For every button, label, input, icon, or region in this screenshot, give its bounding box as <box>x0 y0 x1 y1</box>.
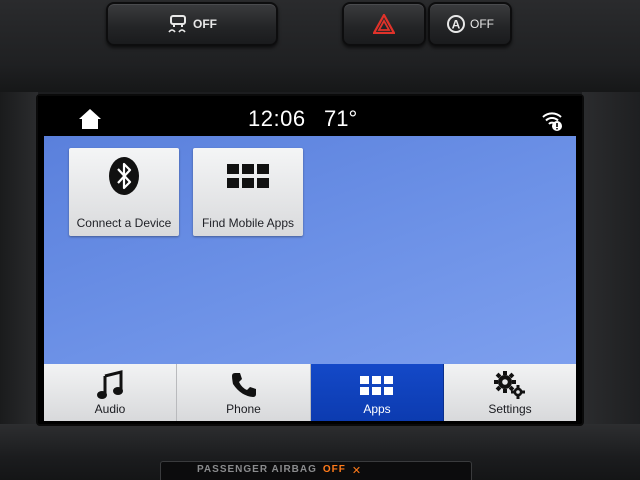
nav-tab-settings[interactable]: Settings <box>444 364 576 421</box>
app-grid-icon <box>360 376 393 395</box>
auto-start-stop-label: OFF <box>470 17 494 31</box>
nav-tab-phone[interactable]: Phone <box>177 364 311 421</box>
airbag-off-icon: ✕ <box>351 465 363 477</box>
home-icon[interactable] <box>78 108 102 130</box>
nav-label-apps: Apps <box>363 402 391 416</box>
svg-text:A: A <box>452 18 461 32</box>
infotainment-screen: 12:06 71° Connect a Device Find Mobile A… <box>38 96 582 424</box>
hazard-button[interactable] <box>342 2 426 46</box>
apps-content-area: Connect a Device Find Mobile Apps <box>44 136 576 364</box>
clock: 12:06 <box>248 106 306 131</box>
passenger-airbag-indicator: PASSENGER AIRBAG OFF ✕ <box>160 461 472 480</box>
traction-control-label: OFF <box>193 17 217 31</box>
nav-label-settings: Settings <box>488 402 532 416</box>
traction-control-off-button[interactable]: OFF <box>106 2 278 46</box>
airbag-label: PASSENGER AIRBAG <box>197 464 317 475</box>
dashboard-bezel-top: OFF A OFF <box>0 0 640 92</box>
bluetooth-icon <box>109 157 139 195</box>
auto-start-stop-icon: A <box>447 15 465 33</box>
nav-tab-apps[interactable]: Apps <box>311 364 444 421</box>
music-note-icon <box>97 370 123 399</box>
gears-icon <box>494 371 525 399</box>
dashboard-bezel-right <box>582 92 640 430</box>
app-grid-icon <box>227 164 269 188</box>
wifi-icon <box>542 112 562 131</box>
dashboard-bezel-left <box>0 92 38 430</box>
nav-label-phone: Phone <box>226 402 261 416</box>
connect-device-label: Connect a Device <box>76 216 172 230</box>
airbag-status: OFF <box>322 464 346 475</box>
traction-control-icon <box>168 15 186 33</box>
status-bar: 12:06 71° <box>38 96 582 136</box>
bottom-navbar: Audio Phone Apps Settings <box>44 364 576 421</box>
hazard-icon <box>373 14 395 34</box>
nav-label-audio: Audio <box>94 402 126 416</box>
phone-icon <box>231 373 256 397</box>
find-mobile-apps-tile[interactable]: Find Mobile Apps <box>193 148 303 236</box>
nav-tab-audio[interactable]: Audio <box>44 364 177 421</box>
connect-device-tile[interactable]: Connect a Device <box>69 148 179 236</box>
find-mobile-apps-label: Find Mobile Apps <box>201 216 295 230</box>
outside-temperature: 71° <box>324 106 358 131</box>
auto-start-stop-off-button[interactable]: A OFF <box>428 2 512 46</box>
